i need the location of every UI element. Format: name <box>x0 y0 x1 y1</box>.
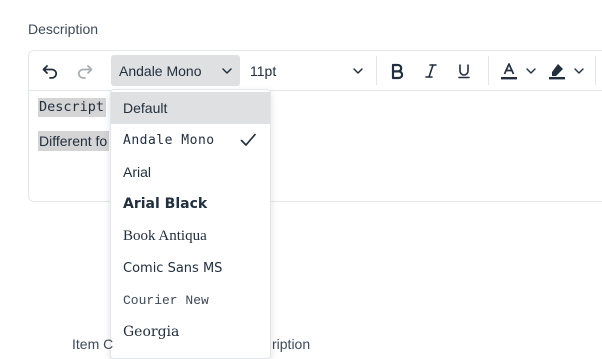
chevron-down-icon <box>222 67 232 74</box>
font-option-andale-mono[interactable]: Andale Mono <box>111 124 270 156</box>
undo-button[interactable] <box>35 55 65 86</box>
font-option-courier-new[interactable]: Courier New <box>111 284 270 316</box>
font-option-default[interactable]: Default <box>111 92 270 124</box>
font-option-label: Comic Sans MS <box>123 260 223 276</box>
font-family-menu: Default Andale Mono Arial Arial Black Bo… <box>110 89 271 359</box>
text-color-button[interactable] <box>495 55 541 86</box>
undo-icon <box>42 64 58 79</box>
content-line-1: Descript <box>38 98 107 117</box>
font-option-label: Courier New <box>123 292 209 308</box>
font-option-label: Arial Black <box>123 196 208 212</box>
item-column-label: Item C <box>72 336 114 352</box>
toolbar-separator <box>595 56 596 85</box>
text-color-icon <box>501 62 517 79</box>
underline-button[interactable] <box>449 55 479 86</box>
underline-icon <box>458 63 470 78</box>
content-line-2: Different fo <box>38 131 110 151</box>
font-option-arial-black[interactable]: Arial Black <box>111 188 270 220</box>
font-size-select[interactable]: 11pt <box>244 55 371 86</box>
font-size-value: 11pt <box>250 62 277 79</box>
font-option-label: Default <box>123 100 168 116</box>
font-family-value: Andale Mono <box>119 62 202 79</box>
font-option-label: Andale Mono <box>123 132 215 148</box>
editor-toolbar: Andale Mono 11pt <box>29 51 602 91</box>
chevron-down-icon <box>526 67 536 74</box>
description-column-label: ription <box>272 336 311 352</box>
highlight-icon <box>549 63 565 79</box>
toolbar-separator <box>376 56 377 85</box>
italic-icon <box>425 63 437 78</box>
font-option-arial[interactable]: Arial <box>111 156 270 188</box>
font-option-comic-sans[interactable]: Comic Sans MS <box>111 252 270 284</box>
checkmark-icon <box>238 130 258 150</box>
toolbar-separator <box>488 56 489 85</box>
bold-icon <box>391 63 404 79</box>
description-label: Description <box>28 21 99 37</box>
font-option-book-antiqua[interactable]: Book Antiqua <box>111 220 270 252</box>
highlight-button[interactable] <box>543 55 589 86</box>
chevron-down-icon <box>574 67 584 74</box>
italic-button[interactable] <box>416 55 446 86</box>
bold-button[interactable] <box>382 55 412 86</box>
font-option-label: Arial <box>123 164 152 180</box>
font-option-label: Book Antiqua <box>123 227 207 244</box>
chevron-down-icon <box>353 67 363 74</box>
editor-content[interactable]: Descript Different fo <box>38 98 110 151</box>
font-family-select[interactable]: Andale Mono <box>111 55 240 86</box>
font-option-label: Georgia <box>123 324 180 340</box>
font-option-georgia[interactable]: Georgia <box>111 316 270 348</box>
redo-icon <box>77 64 93 79</box>
redo-button[interactable] <box>70 55 100 86</box>
